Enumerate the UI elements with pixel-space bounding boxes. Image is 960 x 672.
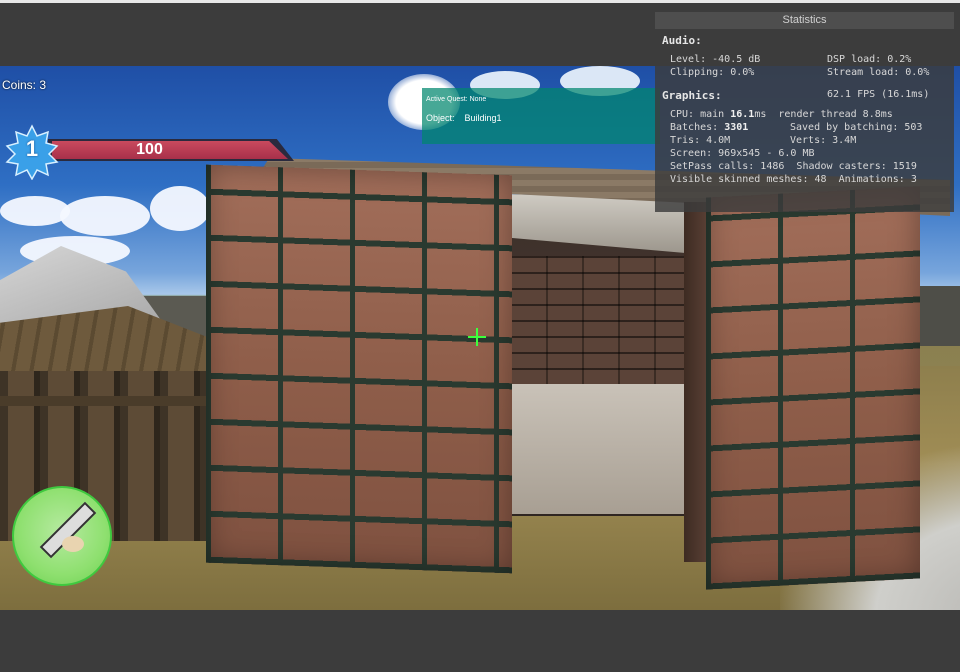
tris-readout: Tris: 4.0M xyxy=(670,135,731,146)
coins-counter: Coins: 3 xyxy=(2,78,47,92)
audio-level: Level: -40.5 dB xyxy=(670,54,761,65)
statistics-title: Statistics xyxy=(655,12,954,29)
brick-wall-right xyxy=(706,186,920,590)
batches-value: 3301 xyxy=(724,122,749,133)
wall-edge xyxy=(684,202,708,562)
object-label: Object: xyxy=(426,113,455,123)
object-value: Building1 xyxy=(464,113,502,123)
statistics-panel: Statistics Audio: Level: -40.5 dB DSP lo… xyxy=(655,12,954,212)
crosshair-icon xyxy=(468,328,486,346)
building-floor xyxy=(510,384,710,514)
minimap[interactable] xyxy=(12,486,112,586)
fps-readout: 62.1 FPS (16.1ms) xyxy=(827,89,930,100)
health-bar: 100 1 xyxy=(4,124,304,184)
batches-readout: Batches: 3301 xyxy=(670,122,748,134)
cloud xyxy=(60,196,150,236)
graphics-header: Graphics: xyxy=(662,89,722,102)
object-info: Object: Building1 xyxy=(426,113,502,123)
audio-dsp-load: DSP load: 0.2% xyxy=(827,54,912,65)
batches-prefix: Batches: xyxy=(670,122,725,133)
cpu-suffix: ms render thread 8.8ms xyxy=(754,109,893,120)
interior-brick-wall xyxy=(510,256,710,386)
audio-stream-load: Stream load: 0.0% xyxy=(827,67,930,78)
audio-clipping: Clipping: 0.0% xyxy=(670,67,755,78)
brick-wall-left xyxy=(206,164,512,574)
audio-header: Audio: xyxy=(662,34,702,47)
verts-readout: Verts: 3.4M xyxy=(790,135,857,146)
fence-rail xyxy=(0,396,215,406)
health-value: 100 xyxy=(136,141,163,158)
cpu-main-ms: 16.1 xyxy=(730,109,755,120)
cpu-readout: CPU: main 16.1ms render thread 8.8ms xyxy=(670,109,893,121)
cloud xyxy=(150,186,210,231)
cpu-prefix: CPU: main xyxy=(670,109,731,120)
active-quest-text: Active Quest: None xyxy=(426,96,487,103)
cloud xyxy=(0,196,70,226)
editor-bottom-bar xyxy=(0,610,960,672)
skinned-readout: Visible skinned meshes: 48 Animations: 3 xyxy=(670,174,917,185)
minimap-area xyxy=(62,536,84,552)
screen-readout: Screen: 969x545 - 6.0 MB xyxy=(670,148,815,159)
saved-by-batching: Saved by batching: 503 xyxy=(790,122,923,133)
setpass-readout: SetPass calls: 1486 Shadow casters: 1519 xyxy=(670,161,917,172)
player-level: 1 xyxy=(25,136,39,161)
quest-panel: Active Quest: None Object: Building1 xyxy=(422,88,660,144)
